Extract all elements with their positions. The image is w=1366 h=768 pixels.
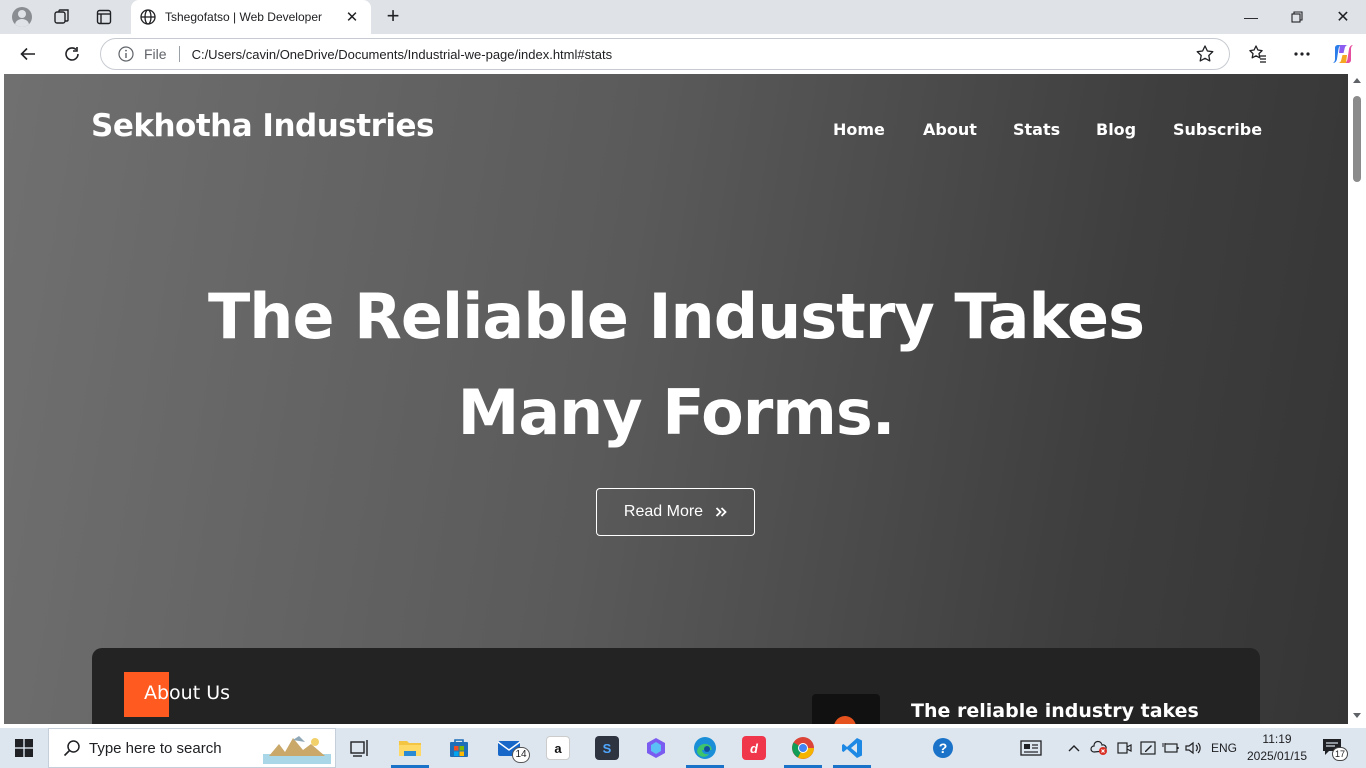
clock-date: 2025/01/15 <box>1246 749 1308 763</box>
minimize-window-button[interactable]: — <box>1228 0 1274 34</box>
windows-taskbar: Type here to search 14 a S d ? ENG 11:19… <box>0 728 1366 768</box>
tab-strip: Tshegofatso | Web Developer ✕ + — ✕ <box>0 0 1366 34</box>
notification-count-badge: 17 <box>1332 747 1348 761</box>
about-image <box>812 694 880 724</box>
favorites-icon[interactable] <box>1244 40 1272 68</box>
pen-workspace-icon[interactable] <box>1137 728 1159 768</box>
nav-link-subscribe[interactable]: Subscribe <box>1173 120 1262 139</box>
task-view-icon[interactable] <box>337 728 383 768</box>
show-hidden-icons-chevron-up-icon[interactable] <box>1064 728 1084 768</box>
help-icon[interactable]: ? <box>920 728 966 768</box>
site-logo[interactable]: Sekhotha Industries <box>91 108 434 144</box>
read-more-button[interactable]: Read More <box>596 488 755 536</box>
reload-icon[interactable] <box>56 38 88 70</box>
nav-link-home[interactable]: Home <box>833 120 885 139</box>
svg-text:?: ? <box>939 740 948 756</box>
profile-icon[interactable] <box>8 4 36 30</box>
about-section-card: About Us The reliable industry takes <box>92 648 1260 724</box>
onedrive-error-icon[interactable] <box>1088 728 1110 768</box>
address-bar[interactable]: File C:/Users/cavin/OneDrive/Documents/I… <box>100 38 1230 70</box>
chrome-icon[interactable] <box>780 728 826 768</box>
scrollbar-thumb[interactable] <box>1353 96 1361 182</box>
mail-unread-badge: 14 <box>512 747 530 763</box>
tab-title: Tshegofatso | Web Developer <box>165 10 322 24</box>
about-subheading: The reliable industry takes <box>911 700 1199 722</box>
info-icon[interactable] <box>118 46 134 62</box>
microsoft-store-icon[interactable] <box>436 728 482 768</box>
vscode-icon[interactable] <box>829 728 875 768</box>
edge-browser-icon[interactable] <box>682 728 728 768</box>
nav-link-about[interactable]: About <box>923 120 977 139</box>
scroll-down-arrow-icon[interactable] <box>1353 713 1361 718</box>
restore-window-button[interactable] <box>1274 0 1320 34</box>
about-heading: About Us <box>144 682 231 704</box>
hero-title-line-1: The Reliable Industry Takes <box>208 280 1145 353</box>
workspaces-icon[interactable] <box>48 4 76 30</box>
nav-link-stats[interactable]: Stats <box>1013 120 1060 139</box>
meet-now-icon[interactable] <box>1113 728 1135 768</box>
sublime-text-icon[interactable]: S <box>584 728 630 768</box>
address-bar-row: File C:/Users/cavin/OneDrive/Documents/I… <box>0 34 1366 74</box>
address-separator <box>178 46 180 62</box>
read-more-label: Read More <box>623 503 704 520</box>
mail-icon[interactable]: 14 <box>486 728 532 768</box>
web-page-viewport: Sekhotha Industries Home About Stats Blo… <box>4 74 1348 724</box>
news-widget-icon[interactable] <box>1014 728 1048 768</box>
taskbar-search-box[interactable]: Type here to search <box>48 728 336 768</box>
search-highlight-illustration-icon <box>263 736 331 764</box>
favorite-star-icon[interactable] <box>1195 44 1215 64</box>
search-placeholder: Type here to search <box>89 739 222 757</box>
close-tab-icon[interactable]: ✕ <box>343 8 361 26</box>
double-chevron-right-icon <box>715 507 727 517</box>
more-options-icon[interactable] <box>1288 40 1316 68</box>
browser-tab-active[interactable]: Tshegofatso | Web Developer ✕ <box>131 0 371 34</box>
flame-icon <box>834 716 856 724</box>
address-scheme-label: File <box>144 46 167 62</box>
notification-center-icon[interactable]: 17 <box>1322 738 1348 761</box>
hero-title-line-2: Many Forms. <box>457 376 896 449</box>
dj-app-icon[interactable]: d <box>731 728 777 768</box>
new-tab-button[interactable]: + <box>381 5 405 29</box>
url-text[interactable]: C:/Users/cavin/OneDrive/Documents/Indust… <box>192 47 1195 62</box>
volume-icon[interactable] <box>1183 728 1205 768</box>
clock-time: 11:19 <box>1262 732 1292 746</box>
nav-link-blog[interactable]: Blog <box>1096 120 1136 139</box>
system-clock[interactable]: 11:19 2025/01/15 <box>1242 731 1312 765</box>
amazon-icon[interactable]: a <box>535 728 581 768</box>
page-scrollbar[interactable] <box>1348 74 1366 724</box>
windows-start-icon[interactable] <box>0 728 48 768</box>
file-explorer-icon[interactable] <box>387 728 433 768</box>
input-language-indicator[interactable]: ENG <box>1206 728 1242 768</box>
copilot-app-icon[interactable] <box>633 728 679 768</box>
copilot-icon[interactable] <box>1329 40 1357 68</box>
battery-plug-icon[interactable] <box>1160 728 1182 768</box>
search-icon <box>63 740 80 757</box>
scroll-up-arrow-icon[interactable] <box>1353 78 1361 83</box>
hero-title: The Reliable Industry Takes Many Forms. <box>4 269 1348 461</box>
back-arrow-icon[interactable] <box>12 38 44 70</box>
globe-icon <box>140 9 156 25</box>
close-window-button[interactable]: ✕ <box>1320 0 1366 34</box>
tab-actions-icon[interactable] <box>90 4 118 30</box>
